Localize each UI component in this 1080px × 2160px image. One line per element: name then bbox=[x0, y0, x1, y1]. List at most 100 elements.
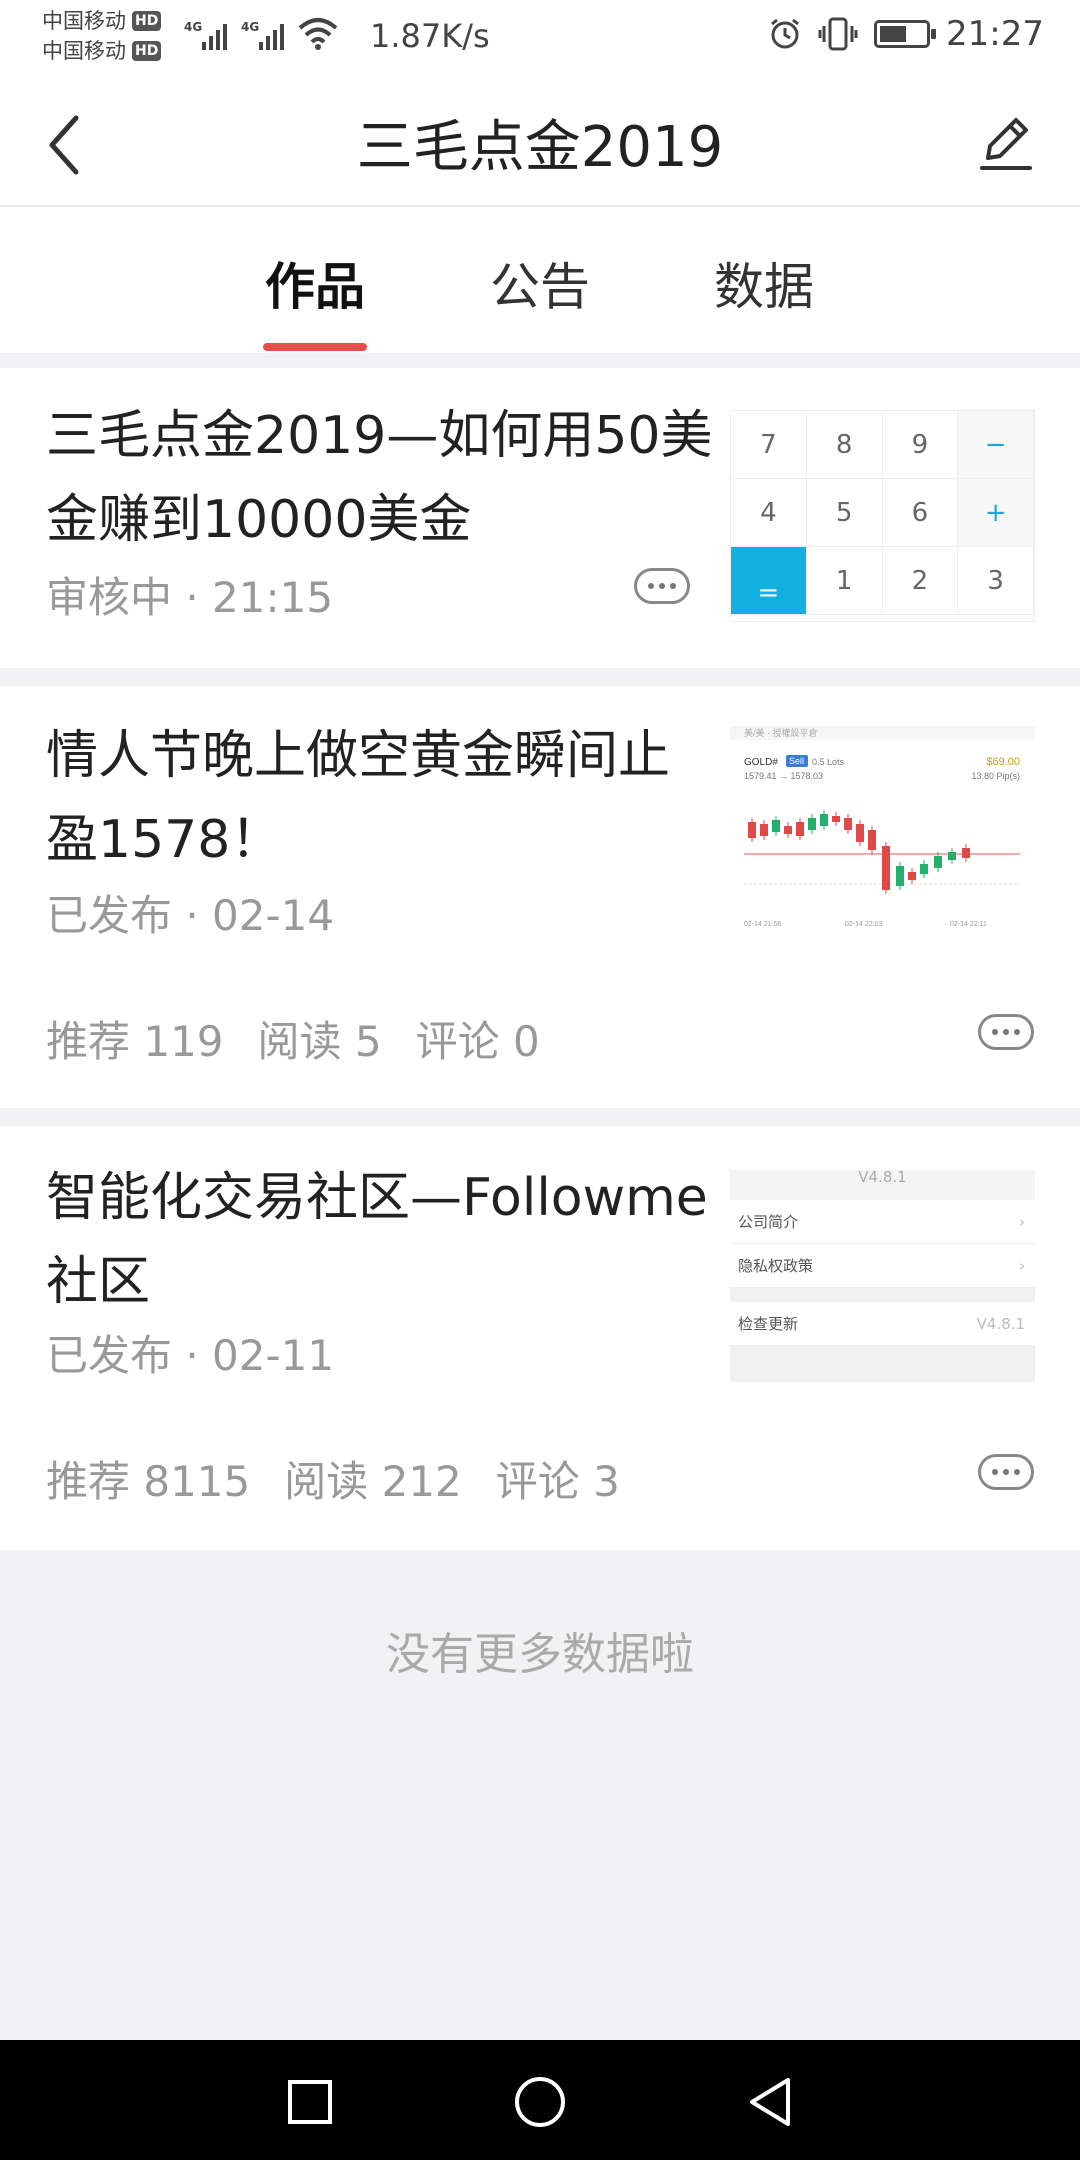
candle-body bbox=[796, 822, 804, 836]
edit-icon[interactable] bbox=[976, 114, 1036, 174]
candle-body bbox=[934, 856, 942, 868]
system-nav-bar bbox=[0, 2040, 1080, 2160]
read-count: 阅读 212 bbox=[284, 1457, 462, 1506]
candle-body bbox=[832, 816, 840, 822]
calculator-key: 4 bbox=[731, 479, 807, 547]
comment-count: 评论 3 bbox=[495, 1457, 620, 1506]
article-title: 情人节晚上做空黄金瞬间止盈1578！ bbox=[46, 726, 671, 870]
read-count: 阅读 5 bbox=[257, 1017, 382, 1066]
candle-body bbox=[920, 864, 928, 874]
comment-count: 评论 0 bbox=[415, 1017, 540, 1066]
carrier-2: 中国移动 bbox=[42, 39, 126, 63]
battery-icon bbox=[874, 20, 937, 48]
home-icon[interactable] bbox=[512, 2074, 568, 2130]
candle-body bbox=[908, 872, 916, 880]
recommend-count: 推荐 8115 bbox=[46, 1457, 251, 1506]
recommend-count: 推荐 119 bbox=[46, 1017, 224, 1066]
chart-xlabel: 02-14 21:56 bbox=[744, 921, 781, 928]
candle-body bbox=[868, 830, 876, 850]
chevron-right-icon: › bbox=[1019, 1256, 1025, 1275]
chart-side: Sell bbox=[789, 756, 804, 766]
article-stats: 推荐 119 阅读 5 评论 0 bbox=[46, 1008, 540, 1069]
settings-row: 检查更新 V4.8.1 bbox=[730, 1302, 1035, 1346]
calculator-key: 9 bbox=[882, 411, 959, 479]
calculator-thumbnail: 7 8 9− 4 5 6 +1 2 3 = bbox=[730, 410, 1035, 622]
candle-body bbox=[820, 814, 828, 826]
article-title: 三毛点金2019—如何用50美金赚到10000美金 bbox=[46, 406, 713, 550]
network-icons: 4G 4G bbox=[184, 16, 338, 50]
signal-icon: 4G bbox=[241, 20, 284, 50]
back-nav-icon[interactable] bbox=[742, 2074, 798, 2130]
no-more-data-text: 没有更多数据啦 bbox=[386, 1629, 694, 1680]
chart-prices: 1579.41 → 1578.03 bbox=[744, 771, 823, 781]
calculator-key: + bbox=[958, 479, 1034, 547]
candle-body bbox=[784, 826, 792, 834]
article-thumbnail: V4.8.1 公司简介 › 隐私权政策 › 检查更新 V4.8.1 bbox=[730, 1170, 1035, 1382]
calculator-key: 8 bbox=[806, 411, 883, 479]
navbar: 三毛点金2019 bbox=[0, 72, 1080, 206]
chevron-right-icon: › bbox=[1019, 1212, 1025, 1231]
article-meta: 已发布 · 02-11 bbox=[46, 1331, 335, 1380]
candle-body bbox=[856, 824, 864, 842]
vibrate-icon bbox=[818, 17, 858, 51]
chart-xlabel: 02-14 22:03 bbox=[845, 921, 882, 928]
article-card[interactable]: 智能化交易社区—Followme社区 已发布 · 02-11 推荐 8115 阅… bbox=[0, 1126, 1080, 1550]
chart-xlabel: 02-14 22:11 bbox=[950, 921, 987, 928]
settings-version: V4.8.1 bbox=[730, 1170, 1035, 1200]
settings-thumbnail: V4.8.1 公司简介 › 隐私权政策 › 检查更新 V4.8.1 bbox=[730, 1170, 1035, 1382]
alarm-icon bbox=[771, 18, 799, 49]
recent-apps-icon[interactable] bbox=[282, 2074, 338, 2130]
candle-body bbox=[760, 824, 768, 836]
tab-announcements[interactable]: 公告 bbox=[488, 247, 592, 319]
more-options-icon[interactable] bbox=[978, 1454, 1034, 1490]
more-options-icon[interactable] bbox=[978, 1014, 1034, 1050]
chart-header: 美/美 · 授權設平倉 bbox=[744, 727, 818, 738]
article-card[interactable]: 三毛点金2019—如何用50美金赚到10000美金 审核中 · 21:15 78… bbox=[0, 368, 1080, 668]
signal-icon: 4G bbox=[184, 20, 227, 50]
carrier-info: 中国移动 HD 中国移动 HD bbox=[42, 6, 162, 66]
candle-body bbox=[882, 846, 890, 890]
chart-pips: 13.80 Pip(s) bbox=[971, 771, 1020, 781]
calculator-key: 3 bbox=[958, 547, 1034, 615]
calculator-key: 1 bbox=[806, 547, 883, 615]
tab-data[interactable]: 数据 bbox=[712, 247, 816, 319]
hd-badge: HD bbox=[132, 11, 162, 31]
calculator-key: 7 bbox=[731, 411, 807, 479]
candle-body bbox=[748, 822, 756, 838]
calculator-key: = bbox=[731, 547, 807, 615]
candle-body bbox=[896, 866, 904, 886]
article-meta: 已发布 · 02-14 bbox=[46, 891, 335, 940]
carrier-1: 中国移动 bbox=[42, 9, 126, 33]
wifi-icon bbox=[298, 18, 338, 50]
article-card[interactable]: 情人节晚上做空黄金瞬间止盈1578！ 已发布 · 02-14 推荐 119 阅读… bbox=[0, 686, 1080, 1108]
calculator-key: 6 bbox=[882, 479, 959, 547]
calculator-key: 5 bbox=[806, 479, 883, 547]
article-title: 智能化交易社区—Followme社区 bbox=[46, 1168, 708, 1312]
candle-body bbox=[844, 818, 852, 830]
tab-indicator bbox=[263, 343, 367, 351]
chart-symbol: GOLD# bbox=[744, 757, 778, 768]
tab-works[interactable]: 作品 bbox=[263, 247, 367, 319]
candle-body bbox=[962, 848, 970, 858]
article-stats: 推荐 8115 阅读 212 评论 3 bbox=[46, 1448, 620, 1509]
clock: 21:27 bbox=[946, 14, 1044, 54]
article-meta: 审核中 · 21:15 bbox=[46, 573, 334, 622]
settings-row: 隐私权政策 › bbox=[730, 1244, 1035, 1288]
article-thumbnail: 7 8 9− 4 5 6 +1 2 3 = bbox=[730, 410, 1035, 622]
page-title: 三毛点金2019 bbox=[356, 115, 724, 180]
settings-row-label: 公司简介 bbox=[738, 1213, 799, 1231]
net-speed: 1.87K/s bbox=[370, 17, 490, 55]
candlestick-thumbnail: 美/美 · 授權設平倉 GOLD# Sell 0.5 Lots 1579.41 … bbox=[730, 726, 1035, 928]
settings-row: 公司简介 › bbox=[730, 1200, 1035, 1244]
chart-lots: 0.5 Lots bbox=[812, 757, 845, 767]
tab-bar: 作品 公告 数据 bbox=[0, 207, 1080, 353]
more-options-icon[interactable] bbox=[634, 568, 690, 604]
candle-body bbox=[808, 818, 816, 830]
candle-body bbox=[948, 852, 956, 860]
article-thumbnail: 美/美 · 授權設平倉 GOLD# Sell 0.5 Lots 1579.41 … bbox=[730, 726, 1035, 948]
hd-badge: HD bbox=[132, 41, 162, 61]
calculator-key: 2 bbox=[882, 547, 959, 615]
settings-row-value: V4.8.1 bbox=[976, 1314, 1025, 1333]
status-right: 21:27 bbox=[768, 14, 1044, 54]
settings-row-label: 检查更新 bbox=[738, 1315, 799, 1333]
